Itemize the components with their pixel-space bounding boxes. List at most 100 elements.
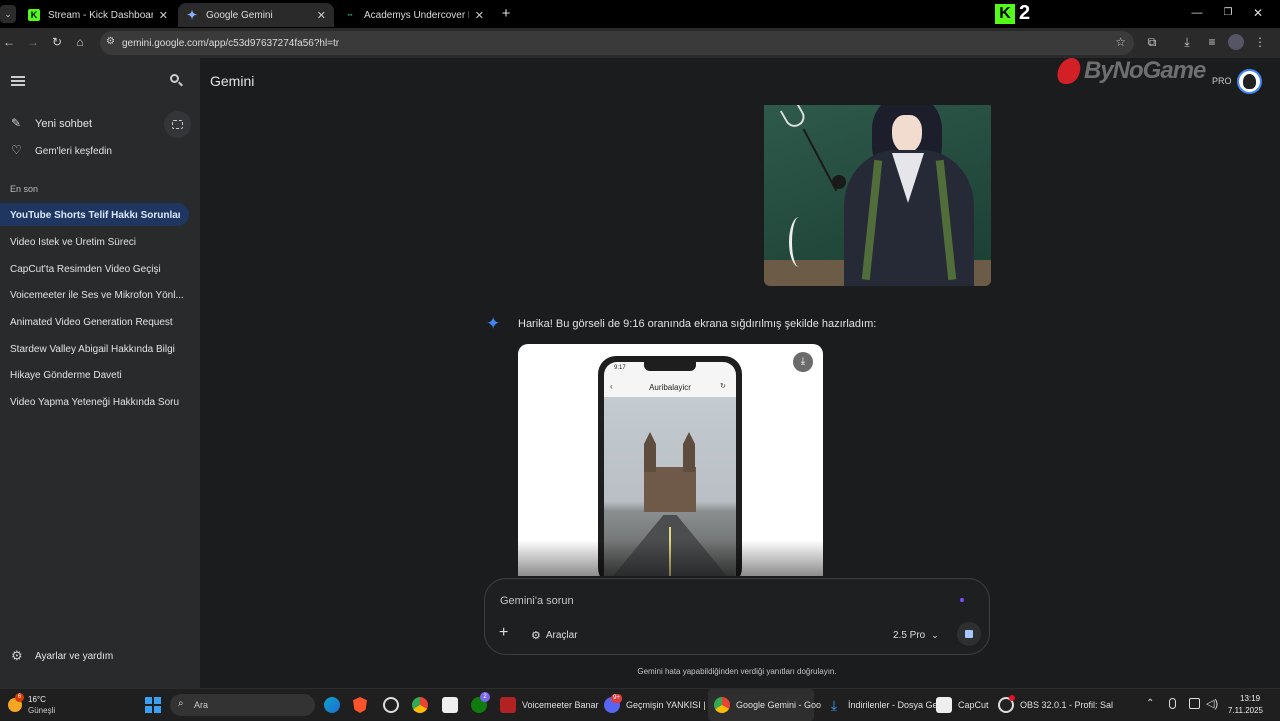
bynogame-logo-icon <box>1055 58 1083 84</box>
browser-tab-strip: ⌄ K Stream - Kick Dashboard ✕ ✦ Google G… <box>0 0 1280 28</box>
edit-icon: ✎ <box>11 116 22 130</box>
restore-icon[interactable]: ❐ <box>1221 7 1235 21</box>
edge-icon[interactable] <box>324 697 340 713</box>
temporary-chat-icon <box>172 120 183 129</box>
tray-chevron-up-icon[interactable]: ⌃ <box>1146 698 1154 709</box>
clock-time[interactable]: 13:19 <box>1240 694 1260 703</box>
weather-badge: 6 <box>15 693 24 702</box>
forward-icon[interactable]: → <box>26 35 40 49</box>
network-icon[interactable] <box>1189 698 1200 709</box>
tab-title: Academys Undercover Professo <box>364 9 469 21</box>
close-tab-icon[interactable]: ✕ <box>475 9 484 22</box>
chrome-icon[interactable] <box>412 697 428 713</box>
chrome-icon <box>714 697 730 713</box>
extensions-icon[interactable]: ⧉ <box>1145 35 1159 49</box>
site-info-icon[interactable]: ⚙ <box>106 36 115 47</box>
recent-chat-item[interactable]: Video İstek ve Üretim Süreci <box>10 237 185 248</box>
address-bar[interactable]: ⚙ gemini.google.com/app/c53d97637274fa56… <box>100 31 1134 55</box>
recent-chat-item[interactable]: CapCut'ta Resimden Video Geçişi <box>10 264 185 275</box>
stop-icon <box>965 630 973 638</box>
obs-recording-dot <box>1009 695 1015 701</box>
recent-chat-item[interactable]: Hikaye Gönderme Daveti <box>10 370 185 381</box>
explore-gems-button[interactable]: ♡ Gem'leri keşfedin <box>0 142 200 162</box>
new-chat-label: Yeni sohbet <box>35 118 93 130</box>
volume-icon[interactable]: ◁) <box>1206 697 1218 710</box>
taskbar-app-label: İndirilenler - Dosya Ge <box>848 700 938 710</box>
close-tab-icon[interactable]: ✕ <box>159 9 168 22</box>
settings-help-label: Ayarlar ve yardım <box>35 651 114 662</box>
prompt-input[interactable]: Gemini'a sorun <box>500 595 574 607</box>
taskbar-app-label: Geçmişin YANKISI | Ur <box>626 700 718 710</box>
capcut-icon <box>936 697 952 713</box>
sidebar: ✎ Yeni sohbet ♡ Gem'leri keşfedin En son… <box>0 58 200 688</box>
bookmark-star-icon[interactable]: ☆ <box>1115 35 1126 49</box>
tab-icon: ▪▪ <box>347 11 353 19</box>
taskbar-app-label: Google Gemini - Goo <box>736 700 822 710</box>
pro-label: PRO <box>1212 76 1232 86</box>
speedtest-icon[interactable] <box>383 697 399 713</box>
recent-chat-item[interactable]: Voicemeeter ile Ses ve Mikrofon Yönl... <box>10 290 185 301</box>
media-control-icon[interactable]: ≡ <box>1205 35 1219 49</box>
tab-title: Google Gemini <box>206 9 273 21</box>
weather-widget[interactable]: 6 16°C Güneşli <box>6 693 96 717</box>
recent-chat-item[interactable]: Video Yapma Yeteneği Hakkında Soru <box>10 397 185 408</box>
user-avatar[interactable] <box>1237 69 1262 94</box>
recent-chat-item[interactable]: Stardew Valley Abigail Hakkında Bilgi <box>10 344 185 355</box>
taskbar-app-downloads[interactable]: ⤓ İndirilenler - Dosya Ge <box>826 689 938 721</box>
xbox-badge: 2 <box>480 692 490 702</box>
settings-help-button[interactable]: ⚙ Ayarlar ve yardım <box>0 648 200 666</box>
menu-kebab-icon[interactable]: ⋮ <box>1253 35 1267 49</box>
reload-icon[interactable]: ↻ <box>50 35 64 49</box>
phone-app-title: Auribalayicr <box>649 383 691 392</box>
download-icon: ⤓ <box>830 697 838 713</box>
gear-icon: ⚙ <box>11 648 23 663</box>
url-text: gemini.google.com/app/c53d97637274fa56?h… <box>122 37 340 49</box>
download-image-button[interactable]: ⤓ <box>793 352 813 372</box>
stop-button[interactable] <box>957 622 981 646</box>
tab-google-gemini[interactable]: ✦ Google Gemini ✕ <box>178 3 334 27</box>
model-selector[interactable]: 2.5 Pro ⌄ <box>893 627 939 643</box>
downloads-icon[interactable]: ⤓ <box>1180 35 1194 49</box>
kick-logo-icon: K <box>995 4 1015 24</box>
gemini-sparkle-icon: ✦ <box>486 314 501 333</box>
home-icon[interactable]: ⌂ <box>73 35 87 49</box>
uploaded-image[interactable] <box>764 105 991 286</box>
tab-search-button[interactable]: ⌄ <box>0 5 16 23</box>
character-hand <box>832 175 846 189</box>
recent-chat-item[interactable]: YouTube Shorts Telif Hakkı Sorunları ... <box>10 210 180 221</box>
windows-start-icon[interactable] <box>145 697 161 713</box>
voicemeeter-icon <box>500 697 516 713</box>
cathedral-body <box>644 467 696 512</box>
tools-button[interactable]: ⚙ Araçlar <box>531 627 578 643</box>
explore-gems-label: Gem'leri keşfedin <box>35 146 112 157</box>
discord-badge: 9+ <box>611 694 622 703</box>
prompt-input-box[interactable]: Gemini'a sorun + ⚙ Araçlar 2.5 Pro ⌄ <box>484 578 990 655</box>
search-icon[interactable] <box>170 74 184 88</box>
hamburger-menu-icon[interactable] <box>11 76 25 86</box>
brave-icon[interactable] <box>353 697 367 713</box>
capcut-icon[interactable] <box>442 697 458 713</box>
tab-academys-undercover[interactable]: ▪▪ Academys Undercover Professo ✕ <box>336 3 492 27</box>
taskbar-app-capcut[interactable]: CapCut <box>936 689 992 721</box>
kick-badge-number: 2 <box>1019 2 1031 24</box>
generated-image-card[interactable]: 9:17 ‹ Auribalayicr ↻ ⤓ <box>518 344 823 576</box>
recent-chat-item[interactable]: Animated Video Generation Request <box>10 317 185 328</box>
mic-dot-icon <box>960 598 964 602</box>
microphone-icon[interactable] <box>1169 698 1176 709</box>
browser-toolbar: ← → ↻ ⌂ ⚙ gemini.google.com/app/c53d9763… <box>0 28 1280 58</box>
profile-avatar[interactable] <box>1228 34 1244 50</box>
tools-icon: ⚙ <box>531 629 541 642</box>
minimize-icon[interactable]: — <box>1190 7 1204 21</box>
add-attachment-icon[interactable]: + <box>499 624 508 642</box>
tab-kick-dashboard[interactable]: K Stream - Kick Dashboard ✕ <box>20 3 176 27</box>
clock-date[interactable]: 7.11.2025 <box>1228 706 1263 715</box>
taskbar-app-chrome[interactable]: Google Gemini - Goo <box>708 689 821 721</box>
close-tab-icon[interactable]: ✕ <box>317 9 326 22</box>
close-window-icon[interactable]: ✕ <box>1251 6 1265 20</box>
back-icon[interactable]: ← <box>2 35 16 49</box>
taskbar-search[interactable]: ⌕ Ara <box>170 694 315 716</box>
taskbar-app-voicemeeter[interactable]: Voicemeeter Banar <box>500 689 599 721</box>
new-tab-button[interactable]: + <box>498 6 514 22</box>
taskbar-app-obs[interactable]: OBS 32.0.1 - Profil: Sal <box>998 689 1113 721</box>
temporary-chat-button[interactable] <box>164 111 191 138</box>
